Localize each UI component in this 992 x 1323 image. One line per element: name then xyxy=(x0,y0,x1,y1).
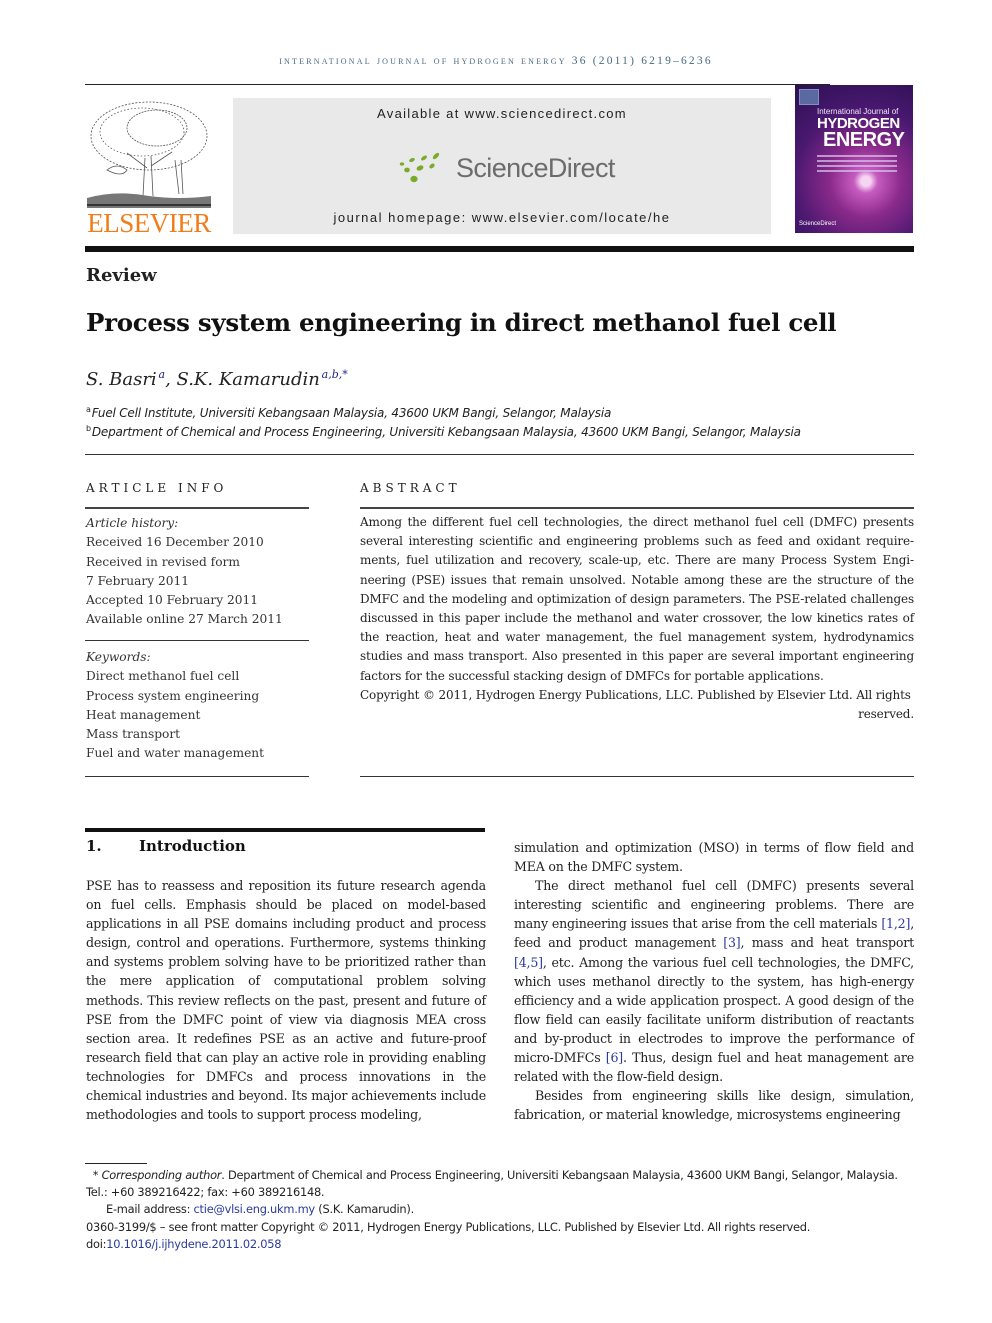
email-label: E-mail address: xyxy=(106,1202,194,1217)
section-title: Introduction xyxy=(139,837,246,855)
paragraph: The direct methanol fuel cell (DMFC) pre… xyxy=(514,876,914,1086)
keyword-item: Fuel and water management xyxy=(86,746,265,761)
keyword-item: Mass transport xyxy=(86,727,181,742)
journal-cover-image[interactable]: International Journal of HYDROGEN ENERGY… xyxy=(795,85,913,233)
footnote-mark: * xyxy=(92,1168,99,1182)
cover-editor-lines xyxy=(817,155,897,175)
intro-rule xyxy=(85,828,485,832)
sciencedirect-wordmark: ScienceDirect xyxy=(456,152,615,183)
author-name[interactable]: S. Basri xyxy=(86,369,157,390)
available-at-link[interactable]: Available at www.sciencedirect.com xyxy=(233,106,771,121)
email-suffix: (S.K. Kamarudin). xyxy=(314,1202,414,1217)
abstract-reserved: reserved. xyxy=(858,707,914,722)
elsevier-wordmark: ELSEVIER xyxy=(87,208,211,238)
abstract-copyright: Copyright © 2011, Hydrogen Energy Public… xyxy=(360,687,911,702)
history-item: Received 16 December 2010 xyxy=(86,535,264,550)
keyword-item: Process system engineering xyxy=(86,688,260,703)
journal-homepage-link[interactable]: journal homepage: www.elsevier.com/locat… xyxy=(233,210,771,225)
footnotes: * Corresponding author. Department of Ch… xyxy=(86,1167,916,1253)
abstract-rule xyxy=(360,507,914,509)
sciencedirect-logo[interactable]: ScienceDirect xyxy=(398,148,615,188)
article-info-rule xyxy=(85,507,309,509)
history-item: Accepted 10 February 2011 xyxy=(86,593,258,608)
corresponding-author-note: * Corresponding author. Department of Ch… xyxy=(86,1167,916,1201)
abstract-body: Among the different fuel cell technologi… xyxy=(360,513,914,724)
text-run: The direct methanol fuel cell (DMFC) pre… xyxy=(514,878,914,932)
masthead-rule xyxy=(85,246,914,252)
keywords-rule xyxy=(85,776,309,777)
history-item: 7 February 2011 xyxy=(86,573,189,588)
running-head: INTERNATIONAL JOURNAL OF HYDROGEN ENERGY… xyxy=(279,55,713,67)
doi-link[interactable]: 10.1016/j.ijhydene.2011.02.058 xyxy=(106,1237,281,1251)
affil-text: Department of Chemical and Process Engin… xyxy=(91,425,801,439)
affiliation-b: b Department of Chemical and Process Eng… xyxy=(86,424,801,439)
article-history: Article history: Received 16 December 20… xyxy=(86,514,283,630)
body-column-right: simulation and optimization (MSO) in ter… xyxy=(514,838,914,1124)
keywords-label: Keywords: xyxy=(86,650,151,664)
header-rule xyxy=(85,84,830,85)
cover-line3: ENERGY xyxy=(823,129,905,151)
author-list: S. Basri a, S.K. Kamarudin a,b,* xyxy=(86,368,348,390)
author-name[interactable]: S.K. Kamarudin xyxy=(177,369,320,390)
doi-line: doi:10.1016/j.ijhydene.2011.02.058 xyxy=(86,1236,916,1253)
affiliation-a: a Fuel Cell Institute, Universiti Kebang… xyxy=(86,405,611,420)
paragraph: simulation and optimization (MSO) in ter… xyxy=(514,840,914,875)
text-run: , etc. Among the various fuel cell techn… xyxy=(514,954,914,1066)
cover-footer: ScienceDirect xyxy=(799,221,837,227)
history-rule xyxy=(85,640,309,641)
abstract-heading: ABSTRACT xyxy=(360,481,461,495)
article-info-heading: ARTICLE INFO xyxy=(86,481,228,495)
body-column-left: PSE has to reassess and reposition its f… xyxy=(86,876,486,1124)
elsevier-tree-icon xyxy=(87,101,211,208)
email-note: E-mail address: ctie@vlsi.eng.ukm.my (S.… xyxy=(86,1201,916,1218)
elsevier-logo[interactable]: ELSEVIER xyxy=(85,96,213,238)
keywords: Keywords: Direct methanol fuel cell Proc… xyxy=(86,648,264,764)
text-run: , mass and heat transport xyxy=(740,935,914,951)
cover-publisher-badge xyxy=(799,89,819,105)
citation-link[interactable]: [4,5] xyxy=(514,955,543,970)
section-heading-introduction: 1. Introduction xyxy=(86,837,246,855)
citation-link[interactable]: [3] xyxy=(723,935,740,950)
citation-link[interactable]: [6] xyxy=(606,1050,623,1065)
paragraph: PSE has to reassess and reposition its f… xyxy=(86,878,486,1123)
email-link[interactable]: ctie@vlsi.eng.ukm.my xyxy=(194,1202,316,1216)
issn-line: 0360-3199/$ – see front matter Copyright… xyxy=(86,1219,811,1234)
paragraph: Besides from engineering skills like des… xyxy=(514,1088,914,1123)
section-number: 1. xyxy=(86,837,102,855)
keyword-item: Direct methanol fuel cell xyxy=(86,669,240,684)
affil-mark: a xyxy=(86,405,91,414)
affil-mark: b xyxy=(86,424,91,433)
footnote-rule xyxy=(85,1163,147,1164)
keyword-item: Heat management xyxy=(86,707,201,722)
history-item: Available online 27 March 2011 xyxy=(86,612,283,627)
affiliation-rule xyxy=(85,454,914,455)
history-item: Received in revised form xyxy=(86,554,240,569)
sciencedirect-dots-icon xyxy=(399,152,440,183)
footnote-label: Corresponding author xyxy=(101,1168,222,1182)
article-title: Process system engineering in direct met… xyxy=(86,308,837,337)
history-label: Article history: xyxy=(86,516,179,530)
author-affil-marks[interactable]: a xyxy=(159,368,166,381)
abstract-text: Among the different fuel cell technologi… xyxy=(360,515,914,683)
doi-label: doi: xyxy=(86,1236,107,1251)
article-type: Review xyxy=(86,265,157,286)
affil-text: Fuel Cell Institute, Universiti Kebangsa… xyxy=(91,406,612,420)
author-affil-marks[interactable]: a,b,* xyxy=(322,368,348,381)
citation-link[interactable]: [1,2] xyxy=(881,916,910,931)
sciencedirect-banner: Available at www.sciencedirect.com Scien… xyxy=(233,98,771,234)
abstract-end-rule xyxy=(360,776,914,777)
